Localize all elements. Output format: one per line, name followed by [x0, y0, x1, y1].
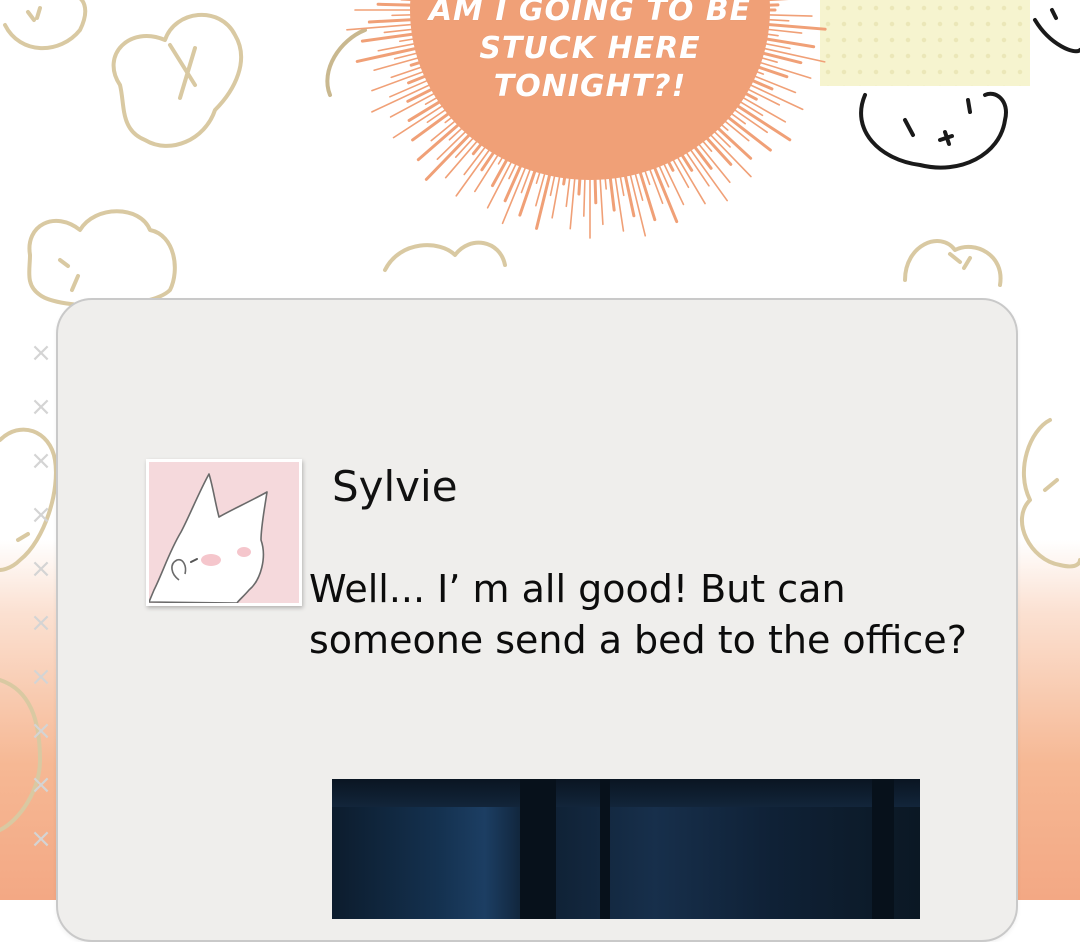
- side-x-marks: × × × × × × × × × ×: [26, 326, 56, 866]
- x-mark: ×: [30, 446, 52, 476]
- x-mark: ×: [30, 662, 52, 692]
- x-mark: ×: [30, 554, 52, 584]
- x-mark: ×: [30, 824, 52, 854]
- photo-window-frame: [520, 779, 556, 919]
- white-cat-icon: [149, 473, 268, 603]
- burst-line-2: STUCK HERE TONIGHT?!: [479, 31, 701, 104]
- author-name: Sylvie: [332, 462, 458, 511]
- photo-window-frame: [600, 779, 610, 919]
- post-message: Well... I’ m all good! But can someone s…: [309, 567, 967, 662]
- avatar[interactable]: [146, 459, 302, 606]
- photo-ceiling: [332, 779, 920, 807]
- post-photo[interactable]: [332, 779, 920, 919]
- x-mark: ×: [30, 608, 52, 638]
- x-mark: ×: [30, 770, 52, 800]
- burst-caption: AM I GOING TO BE STUCK HERE TONIGHT?!: [380, 0, 800, 106]
- x-mark: ×: [30, 338, 52, 368]
- burst-line-1: AM I GOING TO BE: [428, 0, 752, 28]
- x-mark: ×: [30, 716, 52, 746]
- x-mark: ×: [30, 392, 52, 422]
- photo-window-frame: [872, 779, 894, 919]
- x-mark: ×: [30, 500, 52, 530]
